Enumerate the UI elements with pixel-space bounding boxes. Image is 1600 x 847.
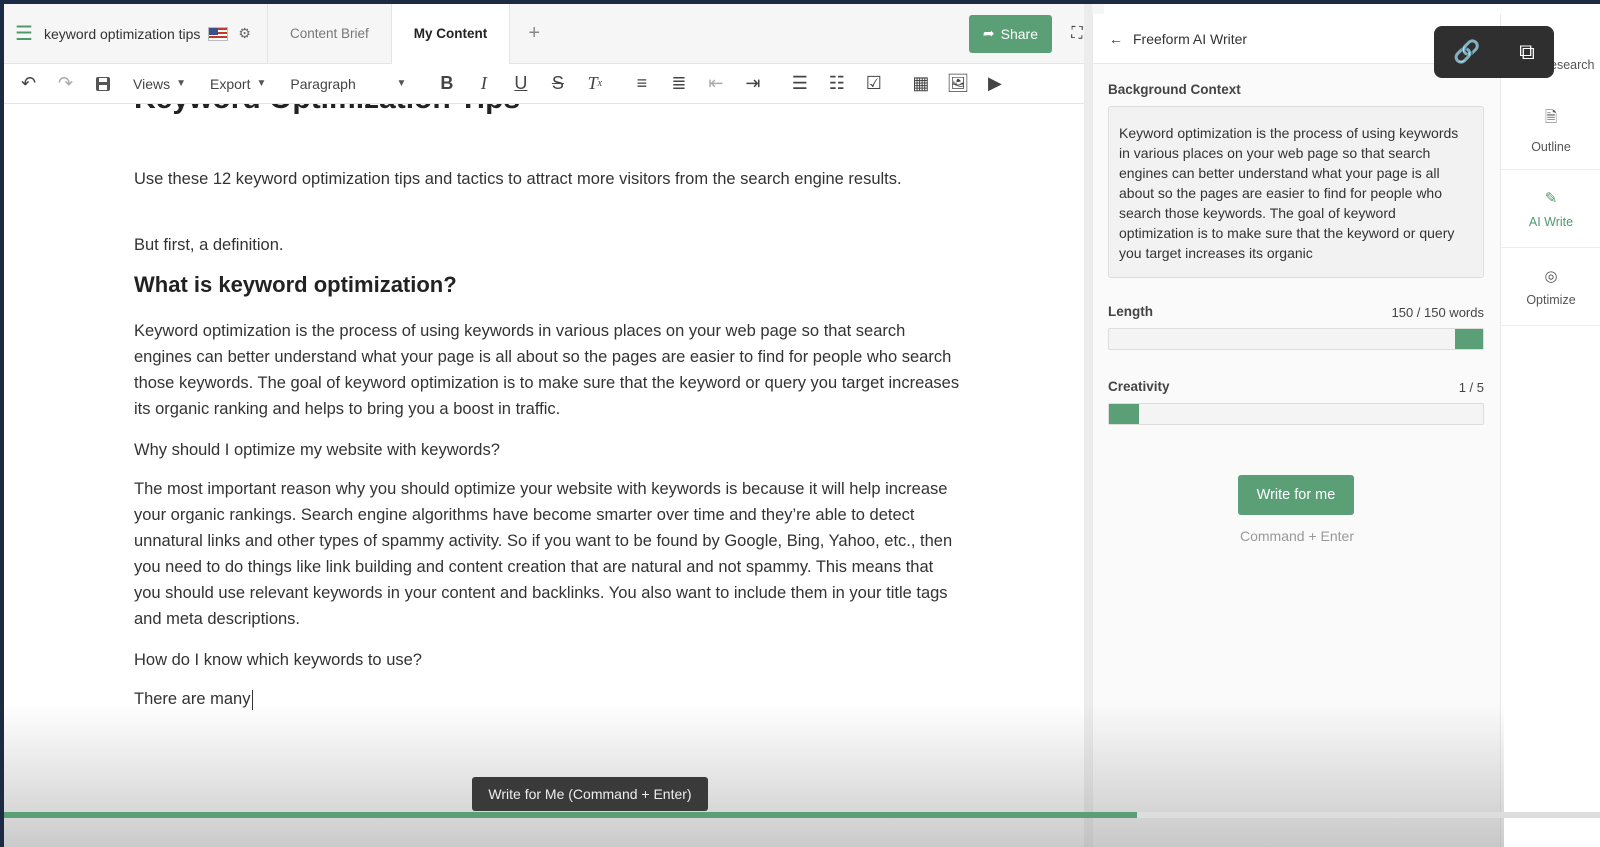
- export-dropdown[interactable]: Export ▼: [198, 64, 278, 104]
- length-slider-fill[interactable]: [1455, 329, 1483, 349]
- block-format-dropdown[interactable]: Paragraph ▼: [278, 64, 418, 104]
- video-icon[interactable]: ▶: [976, 64, 1013, 104]
- paragraph-reason: The most important reason why you should…: [134, 480, 953, 628]
- rail-item-optimize[interactable]: ◎ Optimize: [1501, 248, 1600, 326]
- document-icon: 🗎: [1544, 109, 1558, 126]
- share-icon: ➦: [982, 25, 995, 41]
- write-tooltip: Write for Me (Command + Enter): [472, 777, 708, 811]
- gear-icon[interactable]: ⚙: [238, 25, 251, 42]
- tab-content-brief[interactable]: Content Brief: [266, 4, 391, 64]
- menu-icon[interactable]: ☰: [4, 4, 44, 64]
- external-link-icon[interactable]: ⧉: [1519, 39, 1535, 65]
- paragraph-definition: Keyword optimization is the process of u…: [134, 322, 960, 418]
- document-title[interactable]: keyword optimization tips: [44, 26, 200, 42]
- document-heading: Keyword Optimization Tips: [134, 104, 520, 116]
- rail-item-outline[interactable]: 🗎 Outline: [1501, 92, 1600, 170]
- numbered-list-icon[interactable]: ☷: [818, 64, 855, 104]
- back-arrow-icon[interactable]: ←: [1109, 31, 1123, 47]
- undo-icon[interactable]: ↶: [10, 64, 47, 104]
- chevron-down-icon: ▼: [256, 78, 267, 89]
- link-icon[interactable]: 🔗: [1453, 39, 1480, 65]
- length-slider[interactable]: [1108, 328, 1484, 350]
- background-context-label: Background Context: [1108, 82, 1241, 97]
- paragraph-intro: Use these 12 keyword optimization tips a…: [134, 170, 902, 188]
- target-icon: ◎: [1544, 267, 1558, 285]
- align-left-icon[interactable]: ≡: [623, 64, 660, 104]
- write-for-me-button[interactable]: Write for me: [1238, 475, 1354, 515]
- current-text: There are many: [134, 690, 251, 708]
- indent-icon[interactable]: ⇥: [734, 64, 771, 104]
- image-icon[interactable]: 🖼: [939, 64, 976, 104]
- magic-wand-icon: ✎: [1544, 189, 1558, 207]
- rail-ai-write-label: AI Write: [1528, 214, 1574, 229]
- views-dropdown[interactable]: Views ▼: [121, 64, 198, 104]
- creativity-value: 1 / 5: [1458, 380, 1484, 395]
- strikethrough-icon[interactable]: S: [539, 64, 576, 104]
- side-rail: Research 🗎 Outline ✎ AI Write ◎ Optimize: [1500, 14, 1600, 847]
- ai-writer-panel: ← Freeform AI Writer Background Context …: [1092, 14, 1500, 847]
- video-progress-fill: [4, 812, 1138, 818]
- chevron-down-icon: ▼: [396, 78, 407, 89]
- block-format-label: Paragraph: [290, 75, 356, 92]
- views-label: Views: [133, 75, 171, 92]
- top-bar: ☰ keyword optimization tips ⚙ Content Br…: [4, 4, 1104, 64]
- length-value: 150 / 150 words: [1391, 305, 1484, 320]
- checklist-icon[interactable]: ☑: [855, 64, 892, 104]
- outdent-icon[interactable]: ⇤: [697, 64, 734, 104]
- chevron-down-icon: ▼: [176, 78, 186, 89]
- app-window: ☰ keyword optimization tips ⚙ Content Br…: [4, 4, 1600, 847]
- share-label: Share: [1000, 25, 1038, 42]
- editor-scrollbar[interactable]: [1084, 4, 1092, 847]
- video-progress-bar[interactable]: [4, 812, 1600, 818]
- bullet-list-icon[interactable]: ☰: [781, 64, 818, 104]
- align-center-icon[interactable]: ≣: [660, 64, 697, 104]
- italic-icon[interactable]: I: [465, 64, 502, 104]
- add-tab-button[interactable]: +: [510, 4, 558, 64]
- tab-my-content[interactable]: My Content: [390, 4, 511, 64]
- table-icon[interactable]: ▦: [902, 64, 939, 104]
- clear-format-icon[interactable]: Tx: [576, 64, 613, 104]
- underline-icon[interactable]: U: [502, 64, 539, 104]
- document-body[interactable]: Keyword Optimization Tips Use these 12 k…: [134, 104, 964, 847]
- paragraph-definition-lead: But first, a definition.: [134, 236, 284, 254]
- bold-icon[interactable]: B: [428, 64, 465, 104]
- paragraph-question-which: How do I know which keywords to use?: [134, 651, 422, 669]
- editor-pane: ☰ keyword optimization tips ⚙ Content Br…: [4, 4, 1104, 847]
- rail-optimize-label: Optimize: [1526, 292, 1576, 307]
- ai-panel-title: Freeform AI Writer: [1133, 30, 1248, 47]
- creativity-label: Creativity: [1108, 379, 1170, 394]
- us-flag-icon[interactable]: [208, 26, 229, 41]
- paragraph-question-why: Why should I optimize my website with ke…: [134, 441, 500, 459]
- text-caret: [252, 689, 254, 710]
- share-button[interactable]: ➦ Share: [968, 14, 1052, 53]
- creativity-slider-fill[interactable]: [1109, 404, 1139, 424]
- rail-item-ai-write[interactable]: ✎ AI Write: [1501, 170, 1600, 248]
- background-context-input[interactable]: Keyword optimization is the process of u…: [1108, 106, 1484, 278]
- redo-icon[interactable]: ↷: [47, 64, 84, 104]
- write-shortcut-hint: Command + Enter: [1240, 528, 1354, 544]
- export-label: Export: [210, 75, 251, 92]
- floating-controls: 🔗 ⧉: [1434, 26, 1554, 78]
- rail-outline-label: Outline: [1531, 140, 1571, 154]
- section-heading: What is keyword optimization?: [134, 272, 457, 297]
- paragraph-current: There are many: [134, 686, 254, 712]
- length-label: Length: [1108, 304, 1153, 319]
- creativity-slider[interactable]: [1108, 403, 1484, 425]
- save-icon[interactable]: [84, 64, 121, 104]
- editor-toolbar: ↶ ↷ Views ▼ Export ▼ Paragraph ▼ B I U S…: [4, 64, 1084, 104]
